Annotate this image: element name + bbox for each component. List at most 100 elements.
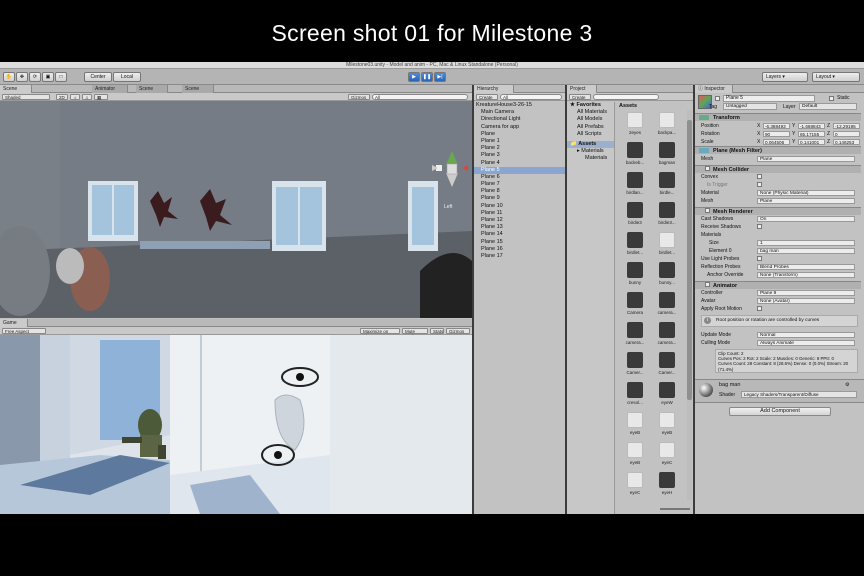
asset-thumbnail[interactable] xyxy=(627,412,643,428)
aspect-dropdown[interactable]: Free Aspect xyxy=(2,328,46,334)
asset-thumbnail[interactable] xyxy=(659,442,675,458)
transform-rotation-y-field[interactable]: 65.17155 xyxy=(798,131,825,137)
project-search-input[interactable] xyxy=(593,94,659,100)
materials-subfolder[interactable]: Materials xyxy=(567,155,614,162)
asset-thumbnail[interactable] xyxy=(627,472,643,488)
assets-folder[interactable]: 📁 Assets xyxy=(567,140,614,149)
tab-hierarchy[interactable]: Hierarchy xyxy=(474,85,514,93)
asset-thumbnail[interactable] xyxy=(659,172,675,188)
asset-thumbnail[interactable] xyxy=(659,202,675,218)
animator-enabled-checkbox[interactable] xyxy=(705,282,710,287)
animator-header[interactable]: Animator xyxy=(695,281,861,289)
scene-gizmos-dropdown[interactable]: Gizmos xyxy=(348,94,370,100)
layer-dropdown[interactable]: Default xyxy=(799,103,857,110)
collider-mesh-field[interactable]: Plane xyxy=(757,198,855,204)
avatar-field[interactable]: None (Avatar) xyxy=(757,298,855,304)
asset-thumbnail[interactable] xyxy=(659,412,675,428)
favorite-item[interactable]: All Materials xyxy=(567,109,614,116)
transform-rotation-x-field[interactable]: 90 xyxy=(763,131,790,137)
element-0-field[interactable]: bag man xyxy=(757,248,855,254)
asset-thumbnail[interactable] xyxy=(659,472,675,488)
tab-scene-2[interactable]: Scene xyxy=(136,85,168,93)
hierarchy-item[interactable]: Plane 15 xyxy=(474,239,565,246)
layers-dropdown[interactable]: Layers ▾ xyxy=(762,72,808,82)
asset-thumbnail[interactable] xyxy=(659,232,675,248)
tab-inspector[interactable]: ⓘ Inspector xyxy=(695,85,733,93)
favorite-item[interactable]: All Prefabs xyxy=(567,124,614,131)
hierarchy-search-input[interactable]: All xyxy=(500,94,562,100)
hierarchy-item[interactable]: Plane 10 xyxy=(474,203,565,210)
transform-scale-y-field[interactable]: 0.141001 xyxy=(798,139,825,145)
mesh-filter-header[interactable]: Plane (Mesh Filter) xyxy=(695,146,861,154)
transform-scale-z-field[interactable]: 0.146253 xyxy=(833,139,860,145)
materials-folder[interactable]: ▸ Materials xyxy=(567,148,614,155)
material-settings-icon[interactable]: ⚙ xyxy=(845,382,859,388)
pivot-center-button[interactable]: Center xyxy=(84,72,112,82)
object-name-field[interactable]: Plane 5 xyxy=(723,95,815,102)
transform-position-y-field[interactable]: -1.668843 xyxy=(798,123,825,129)
transform-rotation-z-field[interactable]: 0 xyxy=(833,131,860,137)
shader-dropdown[interactable]: Legacy Shaders/Transparent/Diffuse xyxy=(741,391,857,398)
reflection-probes-dropdown[interactable]: Blend Probes xyxy=(757,264,855,270)
thumbnail-size-slider[interactable] xyxy=(660,508,690,510)
hierarchy-item[interactable]: Camera for app xyxy=(474,124,565,131)
asset-thumbnail[interactable] xyxy=(627,322,643,338)
active-checkbox[interactable] xyxy=(715,96,720,101)
asset-thumbnail[interactable] xyxy=(627,112,643,128)
hierarchy-item[interactable]: Plane 11 xyxy=(474,210,565,217)
favorite-item[interactable]: All Models xyxy=(567,116,614,123)
asset-thumbnail[interactable] xyxy=(627,142,643,158)
mesh-collider-enabled-checkbox[interactable] xyxy=(705,166,710,171)
step-button[interactable]: ▶| xyxy=(434,72,446,82)
hierarchy-item[interactable]: Plane 16 xyxy=(474,246,565,253)
hierarchy-item[interactable]: Plane 12 xyxy=(474,217,565,224)
lighting-toggle[interactable]: ☼ xyxy=(70,94,80,100)
asset-thumbnail[interactable] xyxy=(659,112,675,128)
hierarchy-item[interactable]: Plane 3 xyxy=(474,152,565,159)
scale-tool-button[interactable]: ▣ xyxy=(42,72,54,82)
tab-game[interactable]: Game xyxy=(0,319,28,327)
tag-dropdown[interactable]: Untagged xyxy=(723,103,777,110)
transform-position-z-field[interactable]: -12.29195 xyxy=(833,123,860,129)
hierarchy-item[interactable]: Plane 7 xyxy=(474,181,565,188)
mesh-renderer-header[interactable]: Mesh Renderer xyxy=(695,207,861,215)
convex-checkbox[interactable] xyxy=(757,174,762,179)
update-mode-dropdown[interactable]: Normal xyxy=(757,332,855,338)
play-button[interactable]: ▶ xyxy=(408,72,420,82)
maximize-on-play-toggle[interactable]: Maximize on Play xyxy=(360,328,400,339)
scene-viewport[interactable]: Left xyxy=(0,101,472,318)
asset-thumbnail[interactable] xyxy=(627,232,643,248)
effects-dropdown[interactable]: ▦ xyxy=(94,94,108,100)
transform-header[interactable]: Transform xyxy=(695,113,861,121)
light-probes-checkbox[interactable] xyxy=(757,256,762,261)
transform-scale-x-field[interactable]: 0.064506 xyxy=(763,139,790,145)
tab-project[interactable]: Project xyxy=(567,85,597,93)
game-gizmos-dropdown[interactable]: Gizmos xyxy=(446,328,470,334)
favorites-header[interactable]: ★ Favorites xyxy=(567,102,614,109)
asset-thumbnail[interactable] xyxy=(627,202,643,218)
asset-thumbnail[interactable] xyxy=(659,382,675,398)
mute-audio-toggle[interactable]: Mute audio xyxy=(402,328,428,339)
receive-shadows-checkbox[interactable] xyxy=(757,224,762,229)
asset-thumbnail[interactable] xyxy=(627,442,643,458)
pivot-local-button[interactable]: Local xyxy=(113,72,141,82)
project-scrollbar-thumb[interactable] xyxy=(687,120,692,400)
add-component-button[interactable]: Add Component xyxy=(729,407,831,416)
hierarchy-item[interactable]: Plane 5 xyxy=(474,166,565,174)
hierarchy-item[interactable]: Plane 14 xyxy=(474,231,565,238)
controller-field[interactable]: Plane 9 xyxy=(757,290,855,296)
layout-dropdown[interactable]: Layout ▾ xyxy=(812,72,860,82)
shading-mode-dropdown[interactable]: Shaded xyxy=(2,94,50,100)
asset-thumbnail[interactable] xyxy=(627,382,643,398)
root-motion-checkbox[interactable] xyxy=(757,306,762,311)
audio-toggle[interactable]: ♫ xyxy=(82,94,92,100)
hierarchy-item[interactable]: Plane 17 xyxy=(474,253,565,260)
culling-mode-dropdown[interactable]: Always Animate xyxy=(757,340,855,346)
is-trigger-checkbox[interactable] xyxy=(757,182,762,187)
hierarchy-item[interactable]: Plane 13 xyxy=(474,224,565,231)
hierarchy-item[interactable]: Plane 4 xyxy=(474,160,565,167)
hierarchy-item[interactable]: Directional Light xyxy=(474,116,565,123)
scene-search-input[interactable]: All xyxy=(372,94,468,100)
tab-animator[interactable]: Animator xyxy=(92,85,128,93)
hierarchy-item[interactable]: Plane xyxy=(474,131,565,138)
